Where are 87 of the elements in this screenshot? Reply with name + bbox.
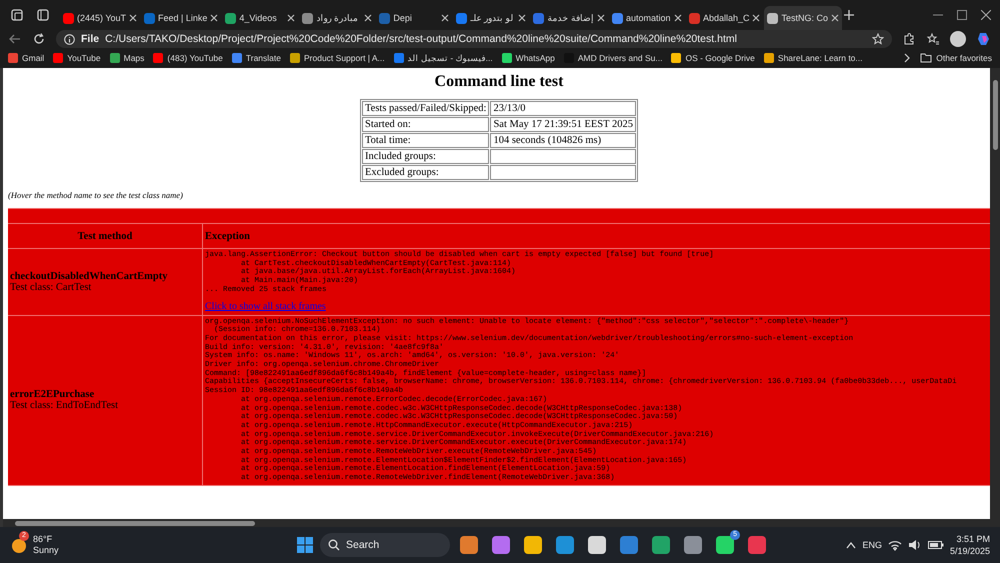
summary-label: Excluded groups: [362, 165, 490, 180]
close-icon[interactable] [596, 14, 605, 22]
bookmark-link[interactable]: OS - Google Drive [671, 53, 755, 63]
new-tab-icon[interactable] [843, 9, 855, 21]
folder-icon [920, 53, 932, 63]
workspaces-icon[interactable] [10, 8, 24, 22]
test-class: Test class: CartTest [10, 282, 92, 293]
bookmark-link[interactable]: YouTube [53, 53, 101, 63]
vertical-scrollbar[interactable] [990, 68, 1000, 519]
profile-avatar[interactable] [950, 31, 966, 47]
bookmark-link[interactable]: AMD Drivers and Su... [564, 53, 662, 63]
browser-tab[interactable]: إضافة خدمة [530, 6, 608, 30]
info-icon [64, 34, 75, 44]
close-icon[interactable] [752, 14, 760, 22]
method-name: checkoutDisabledWhenCartEmpty [10, 270, 169, 282]
report-title: Command line test [434, 73, 564, 91]
bookmark-link[interactable]: Product Support | A... [290, 53, 385, 63]
close-icon[interactable] [364, 14, 372, 22]
bookmark-link[interactable]: WhatsApp [502, 53, 555, 63]
summary-value: Sat May 17 21:39:51 EEST 2025 [490, 117, 636, 132]
speaker-icon[interactable] [908, 539, 922, 551]
close-icon[interactable] [518, 14, 526, 22]
summary-label: Tests passed/Failed/Skipped: [362, 101, 490, 116]
app-icon[interactable] [652, 536, 670, 554]
search-icon [328, 539, 340, 551]
summary-value: 104 seconds (104826 ms) [490, 133, 636, 148]
bookmark-link[interactable]: Other favorites [920, 53, 992, 63]
browser-tab[interactable]: Depi [376, 6, 452, 30]
windows-logo-icon[interactable] [296, 536, 314, 554]
column-header: Test method [78, 230, 132, 242]
browser-tab[interactable]: TestNG: Co [764, 6, 842, 30]
language-indicator[interactable]: ENG [862, 540, 882, 550]
browser-tab[interactable]: Abdallah_C [686, 6, 764, 30]
close-icon[interactable] [441, 14, 450, 22]
column-header: Exception [205, 230, 250, 242]
star-icon[interactable] [872, 33, 884, 45]
browser-tab[interactable]: (2445) YouT [60, 6, 140, 30]
close-icon[interactable] [831, 14, 839, 22]
chevron-up-icon[interactable] [846, 541, 856, 549]
bookmark-link[interactable]: Maps [110, 53, 144, 63]
maximize-icon[interactable] [957, 10, 967, 20]
puzzle-icon[interactable] [902, 32, 916, 46]
weather-condition: Sunny [33, 545, 59, 556]
summary-label: Total time: [362, 133, 490, 148]
summary-value: 23/13/0 [490, 101, 636, 116]
close-icon[interactable] [210, 14, 218, 22]
wifi-icon[interactable] [888, 539, 902, 551]
reload-icon[interactable] [32, 32, 46, 46]
favorites-icon[interactable] [926, 32, 940, 46]
app-icon[interactable] [492, 536, 510, 554]
battery-icon[interactable] [928, 540, 944, 550]
app-icon[interactable] [588, 536, 606, 554]
bookmark-link[interactable]: ShareLane: Learn to... [764, 53, 862, 63]
browser-tab[interactable]: مبادرة رواد [299, 6, 376, 30]
test-class: Test class: EndToEndTest [10, 400, 120, 412]
browser-tab[interactable]: Feed | Linke [141, 6, 222, 30]
clock-time[interactable]: 3:51 PM [956, 533, 990, 545]
temperature: 86°F [33, 534, 54, 545]
close-icon[interactable] [129, 14, 138, 22]
address-field[interactable]: File C:/Users/TAKO/Desktop/Project/Project%20Code%20Folder/src/test-output/Command%20line%20suite/Command%20line%20test.html [56, 30, 892, 48]
close-icon[interactable] [981, 10, 991, 20]
hint-text: (Hover the method name to see the test class name) [8, 190, 184, 200]
browser-tab[interactable]: لو بتدور علـ [453, 6, 530, 30]
horizontal-scrollbar[interactable] [3, 519, 1000, 527]
summary-label: Included groups: [362, 149, 490, 164]
clock-date[interactable]: 5/19/2025 [950, 545, 990, 557]
chevron-icon[interactable] [903, 53, 912, 63]
close-icon[interactable] [287, 14, 296, 22]
app-icon[interactable] [684, 536, 702, 554]
browser-tab[interactable]: automation [608, 6, 685, 30]
tab-actions-icon[interactable] [36, 8, 50, 22]
sun-icon[interactable] [10, 536, 28, 554]
copilot-icon[interactable] [976, 31, 992, 47]
app-icon[interactable] [524, 536, 542, 554]
method-name: errorE2EPurchase [10, 389, 96, 400]
browser-tab[interactable]: 4_Videos [222, 6, 298, 30]
bookmark-link[interactable]: (483) YouTube [153, 53, 223, 63]
back-icon[interactable] [8, 33, 22, 45]
app-icon[interactable] [460, 536, 478, 554]
bookmark-link[interactable]: Translate [232, 53, 281, 63]
bookmark-link[interactable]: فيسبوك - تسجيل الد... [394, 53, 493, 63]
bookmark-link[interactable]: Gmail [8, 53, 44, 63]
app-icon[interactable] [716, 536, 734, 554]
close-icon[interactable] [674, 14, 682, 22]
search-button[interactable]: Search [320, 533, 450, 557]
app-icon[interactable] [556, 536, 574, 554]
summary-label: Started on: [362, 117, 490, 132]
